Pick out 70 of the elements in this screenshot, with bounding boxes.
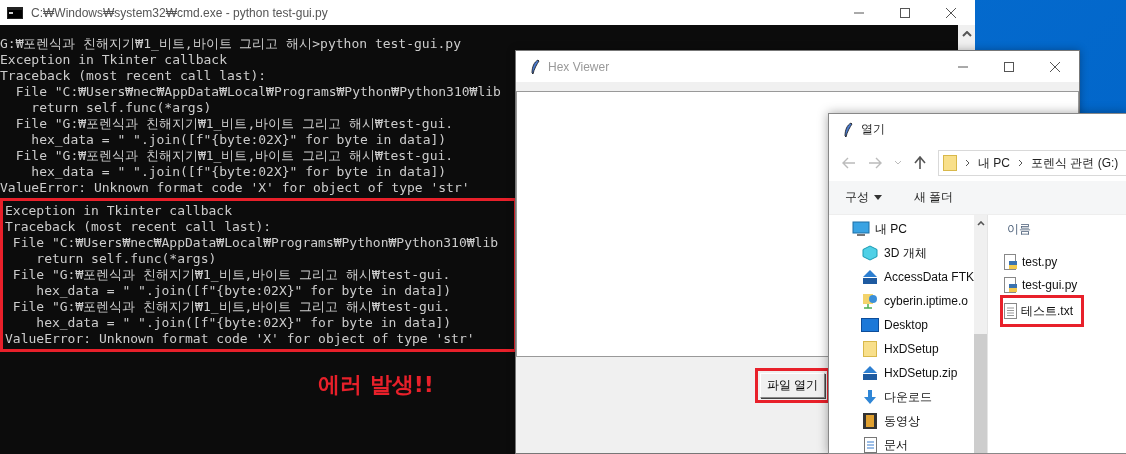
maximize-icon[interactable] — [1003, 60, 1015, 73]
close-icon[interactable] — [945, 6, 957, 19]
scrollbar[interactable] — [974, 215, 987, 453]
console-line: hex_data = " ".join([f"{byte:02X}" for byte in data]) — [35, 315, 452, 330]
nav-item[interactable]: 내 PC — [829, 217, 975, 241]
file-item[interactable]: 테스트.txt — [1004, 302, 1073, 320]
console-line: hex_data = " ".join([f"{byte:02X}" for byte in data]) — [30, 164, 447, 179]
address-bar[interactable]: 내 PC 포렌식 관련 (G:) — [938, 150, 1126, 176]
nav-item[interactable]: cyberin.iptime.o — [829, 289, 975, 313]
toolbar-button[interactable]: 구성 — [839, 185, 888, 210]
nav-item[interactable]: HxDSetup — [829, 337, 975, 361]
console-line: ValueError: Unknown format code 'X' for object of type 'str' — [0, 180, 470, 195]
computer-icon — [852, 221, 870, 237]
nav-item[interactable]: 다운로드 — [829, 385, 975, 409]
text-file-icon — [1004, 303, 1017, 319]
console-line: return self.func(*args) — [35, 251, 217, 266]
console-line: ValueError: Unknown format code 'X' for object of type 'str' — [5, 331, 475, 346]
console-app-icon — [7, 6, 23, 19]
folder-icon — [863, 341, 877, 357]
python-file-icon — [1004, 254, 1018, 270]
window-title: C:₩Windows₩system32₩cmd.exe - python test-gui.py — [31, 5, 328, 20]
zip-archive-icon — [862, 365, 878, 381]
console-line: File "G:₩포렌식과 친해지기₩1_비트,바이트 그리고 해시₩test-gui. — [11, 267, 451, 282]
chevron-right-icon — [1018, 159, 1023, 167]
nav-item[interactable]: HxDSetup.zip — [829, 361, 975, 385]
scroll-up-icon[interactable] — [976, 221, 985, 226]
network-drive-icon — [862, 293, 878, 309]
console-line: File "C:₩Users₩nec₩AppData₩Local₩Programs₩Python₩Python310₩lib — [14, 84, 501, 99]
column-header[interactable]: 이름 — [1000, 219, 1038, 240]
console-line: hex_data = " ".join([f"{byte:02X}" for byte in data]) — [35, 283, 452, 298]
nav-item[interactable]: 3D 개체 — [829, 241, 975, 265]
python-file-icon — [1004, 277, 1018, 293]
breadcrumb-item[interactable]: 포렌식 관련 (G:) — [1031, 154, 1119, 172]
desktop-icon — [861, 318, 879, 332]
console-line: Exception in Tkinter callback — [0, 52, 227, 67]
console-line: File "C:₩Users₩nec₩AppData₩Local₩Programs₩Python₩Python310₩lib — [11, 235, 499, 250]
breadcrumb-item[interactable]: 내 PC — [978, 154, 1010, 172]
console-line: File "G:₩포렌식과 친해지기₩1_비트,바이트 그리고 해시₩test-gui. — [14, 148, 454, 163]
nav-item[interactable]: 동영상 — [829, 409, 975, 433]
cube-icon — [862, 245, 878, 261]
up-arrow-icon[interactable] — [914, 156, 926, 170]
console-line: return self.func(*args) — [30, 100, 212, 115]
chevron-right-icon — [965, 159, 970, 167]
nav-item[interactable]: AccessData FTK — [829, 265, 975, 289]
console-line: Traceback (most recent call last): — [0, 68, 267, 83]
file-item[interactable]: test.py — [1004, 253, 1058, 271]
nav-item[interactable]: 문서 — [829, 433, 975, 453]
console-line: File "G:₩포렌식과 친해지기₩1_비트,바이트 그리고 해시₩test-gui. — [14, 116, 454, 131]
maximize-icon[interactable] — [899, 6, 911, 19]
film-icon — [863, 413, 877, 429]
window-title: Hex Viewer — [548, 59, 610, 74]
console-line: hex_data = " ".join([f"{byte:02X}" for byte in data]) — [30, 132, 447, 147]
down-arrow-icon — [862, 389, 878, 405]
close-icon[interactable] — [1049, 60, 1061, 73]
annotation-text: 에러 발생!! — [318, 371, 434, 399]
feather-icon — [843, 121, 853, 138]
toolbar-button[interactable]: 새 폴더 — [908, 185, 960, 210]
nav-item[interactable]: Desktop — [829, 313, 975, 337]
feather-icon — [530, 58, 540, 75]
file-item[interactable]: test-gui.py — [1004, 276, 1078, 294]
scroll-up-icon[interactable] — [961, 31, 972, 37]
console-line: G:₩포렌식과 친해지기₩1_비트,바이트 그리고 해시>python test-gui.py — [0, 36, 461, 51]
folder-icon — [943, 155, 957, 171]
console-line: Traceback (most recent call last): — [5, 219, 272, 234]
window-title: 열기 — [861, 121, 885, 138]
open-file-button[interactable]: 파일 열기 — [760, 373, 826, 398]
caret-icon — [874, 195, 882, 200]
zip-archive-icon — [862, 269, 878, 285]
console-line: File "G:₩포렌식과 친해지기₩1_비트,바이트 그리고 해시₩test-gui. — [11, 299, 451, 314]
console-line: Exception in Tkinter callback — [5, 203, 232, 218]
